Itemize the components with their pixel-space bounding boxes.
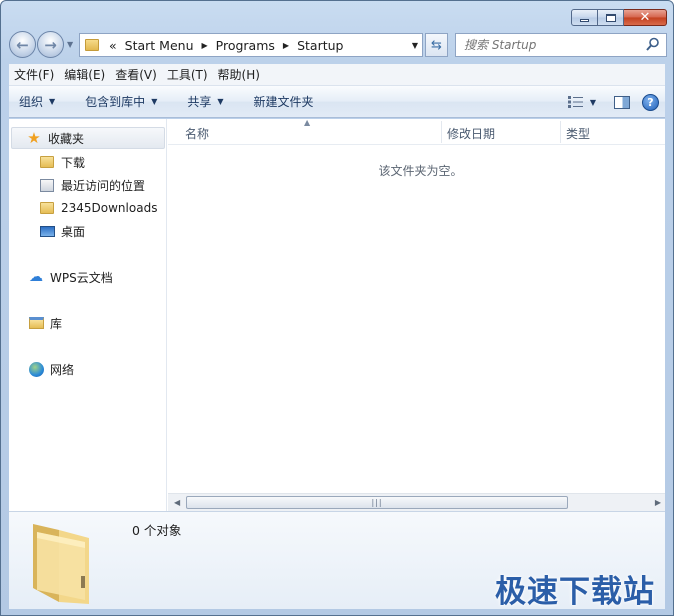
dropdown-arrow-icon: ▼ xyxy=(151,97,158,106)
minimize-icon xyxy=(580,18,589,22)
sort-ascending-icon: ▲ xyxy=(304,118,311,127)
menu-edit[interactable]: 编辑(E) xyxy=(59,66,110,83)
views-dropdown-icon[interactable]: ▼ xyxy=(590,98,596,107)
back-button[interactable]: ← xyxy=(9,31,36,58)
nav-item-wps-cloud[interactable]: ☁ WPS云文档 xyxy=(28,267,113,287)
maximize-button[interactable] xyxy=(598,9,624,26)
nav-item-label: 最近访问的位置 xyxy=(61,178,146,193)
refresh-icon: ⇆ xyxy=(431,37,442,53)
help-icon[interactable]: ? xyxy=(642,93,659,111)
include-in-library-button[interactable]: 包含到库中 ▼ xyxy=(65,93,167,110)
nav-item-recent-places[interactable]: 最近访问的位置 xyxy=(39,175,145,195)
folder-icon xyxy=(39,201,55,215)
search-input[interactable] xyxy=(464,38,644,52)
menu-bar: 文件(F) 编辑(E) 查看(V) 工具(T) 帮助(H) xyxy=(9,64,665,86)
nav-item-label: 桌面 xyxy=(61,224,86,239)
forward-arrow-icon: → xyxy=(44,35,57,54)
include-in-library-label: 包含到库中 xyxy=(85,95,146,109)
nav-favorites[interactable]: ★ 收藏夹 xyxy=(11,127,165,149)
desktop-icon xyxy=(39,224,55,238)
menu-file[interactable]: 文件(F) xyxy=(9,66,59,83)
command-bar-right: ▼ ? xyxy=(567,86,665,118)
object-count: 0 个对象 xyxy=(132,523,182,538)
search-icon[interactable] xyxy=(646,37,660,52)
nav-item-label: 网络 xyxy=(50,362,75,377)
dropdown-arrow-icon: ▼ xyxy=(49,97,56,106)
navigation-pane: ★ 收藏夹 下载 最近访问的位置 2345Downloads 桌面 ☁ WPS云… xyxy=(9,119,167,511)
menu-view[interactable]: 查看(V) xyxy=(110,66,162,83)
nav-item-2345downloads[interactable]: 2345Downloads xyxy=(39,198,157,218)
navigation-bar: ← → ▼ « Start Menu ▶ Programs ▶ Startup … xyxy=(9,30,667,58)
organize-label: 组织 xyxy=(19,95,44,109)
details-pane: 0 个对象 极速下载站 xyxy=(9,511,665,610)
caption-buttons: ✕ xyxy=(571,9,667,26)
star-icon: ★ xyxy=(27,128,41,147)
scrollbar-thumb[interactable]: ||| xyxy=(186,496,568,509)
back-arrow-icon: ← xyxy=(16,35,29,54)
search-box[interactable] xyxy=(455,33,667,57)
preview-pane-icon[interactable] xyxy=(614,95,630,109)
menu-tools[interactable]: 工具(T) xyxy=(162,66,213,83)
column-header: ▲ 名称 修改日期 类型 xyxy=(168,118,665,145)
share-label: 共享 xyxy=(187,95,212,109)
nav-item-desktop[interactable]: 桌面 xyxy=(39,221,85,241)
recent-places-icon xyxy=(39,178,55,192)
breadcrumb-label: Startup xyxy=(297,37,344,53)
share-button[interactable]: 共享 ▼ xyxy=(167,93,233,110)
column-divider[interactable] xyxy=(441,121,442,143)
breadcrumb-overflow[interactable]: « xyxy=(109,38,117,53)
refresh-button[interactable]: ⇆ xyxy=(425,33,448,57)
content-area: ★ 收藏夹 下载 最近访问的位置 2345Downloads 桌面 ☁ WPS云… xyxy=(9,118,665,511)
menu-help[interactable]: 帮助(H) xyxy=(213,66,265,83)
nav-item-label: 库 xyxy=(50,316,63,331)
column-name[interactable]: 名称 xyxy=(185,125,209,142)
grip-icon: ||| xyxy=(371,498,383,507)
downloads-folder-icon xyxy=(39,155,55,169)
nav-item-label: 2345Downloads xyxy=(61,201,158,215)
command-bar: 组织 ▼ 包含到库中 ▼ 共享 ▼ 新建文件夹 ▼ ? xyxy=(9,86,665,118)
new-folder-label: 新建文件夹 xyxy=(253,95,314,109)
minimize-button[interactable] xyxy=(571,9,598,26)
breadcrumb-startup[interactable]: Startup xyxy=(297,38,343,53)
breadcrumb-programs[interactable]: Programs ▶ xyxy=(216,38,289,53)
column-divider[interactable] xyxy=(560,121,561,143)
library-icon xyxy=(28,316,44,330)
scroll-right-icon[interactable]: ▶ xyxy=(655,498,661,507)
views-icon[interactable] xyxy=(567,96,584,108)
address-bar[interactable]: « Start Menu ▶ Programs ▶ Startup ▼ xyxy=(79,33,423,57)
empty-folder-message: 该文件夹为空。 xyxy=(378,164,463,178)
organize-button[interactable]: 组织 ▼ xyxy=(9,93,65,110)
nav-item-network[interactable]: 网络 xyxy=(28,359,74,379)
close-icon: ✕ xyxy=(639,10,651,25)
watermark-text: 极速下载站 xyxy=(495,574,655,610)
large-folder-icon xyxy=(33,524,89,604)
file-list-pane[interactable]: ▲ 名称 修改日期 类型 该文件夹为空。 ◀ ||| ▶ xyxy=(168,118,665,511)
network-icon xyxy=(28,361,44,377)
maximize-icon xyxy=(605,13,616,22)
close-button[interactable]: ✕ xyxy=(624,9,667,26)
nav-item-downloads[interactable]: 下载 xyxy=(39,152,85,172)
chevron-right-icon[interactable]: ▶ xyxy=(202,41,208,50)
cloud-icon: ☁ xyxy=(29,269,43,285)
nav-item-label: WPS云文档 xyxy=(50,270,113,285)
column-type[interactable]: 类型 xyxy=(566,125,590,142)
nav-item-libraries[interactable]: 库 xyxy=(28,313,62,333)
nav-favorites-label: 收藏夹 xyxy=(48,131,85,146)
forward-button[interactable]: → xyxy=(37,31,64,58)
breadcrumb-start-menu[interactable]: Start Menu ▶ xyxy=(125,38,208,53)
explorer-window: ✕ ← → ▼ « Start Menu ▶ Programs ▶ Startu… xyxy=(0,0,674,616)
dropdown-arrow-icon: ▼ xyxy=(217,97,224,106)
address-dropdown-icon[interactable]: ▼ xyxy=(412,41,418,50)
nav-item-label: 下载 xyxy=(61,155,86,170)
breadcrumb-label: Start Menu xyxy=(124,37,194,53)
breadcrumb-label: Programs xyxy=(215,37,275,53)
new-folder-button[interactable]: 新建文件夹 xyxy=(234,93,324,110)
recent-pages-dropdown-icon[interactable]: ▼ xyxy=(67,40,73,49)
scroll-left-icon[interactable]: ◀ xyxy=(174,498,180,507)
folder-icon xyxy=(85,39,99,51)
column-modified[interactable]: 修改日期 xyxy=(447,125,495,142)
horizontal-scrollbar[interactable]: ◀ ||| ▶ xyxy=(168,493,665,511)
chevron-right-icon[interactable]: ▶ xyxy=(283,41,289,50)
